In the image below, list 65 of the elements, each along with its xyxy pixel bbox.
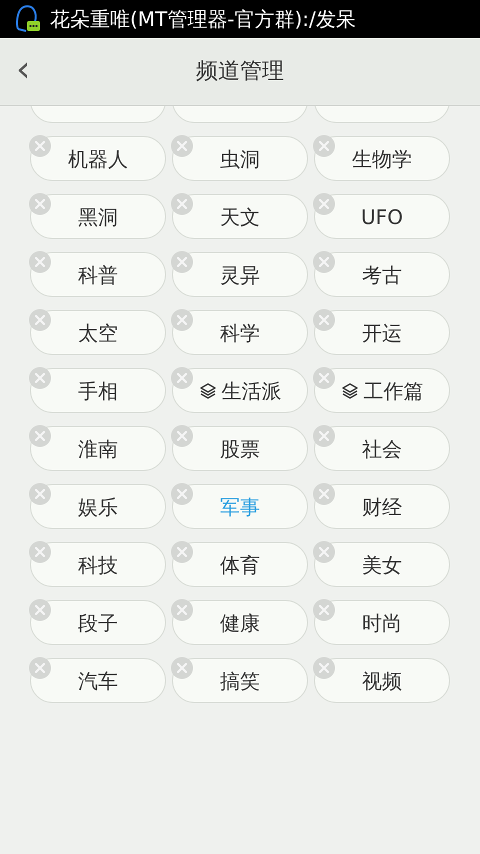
delete-icon[interactable] (29, 193, 51, 215)
delete-icon[interactable] (313, 251, 335, 273)
notification-text: 花朵重唯(MT管理器-官方群):/发呆 (50, 6, 356, 33)
channel-chip[interactable]: 美女 (314, 542, 450, 587)
channel-chip[interactable]: 科技 (30, 542, 166, 587)
delete-icon[interactable] (313, 193, 335, 215)
delete-icon[interactable] (29, 135, 51, 157)
channel-chip[interactable]: 社会 (314, 426, 450, 471)
delete-icon[interactable] (313, 135, 335, 157)
channel-chip[interactable]: 太空 (30, 310, 166, 355)
delete-icon[interactable] (171, 599, 193, 621)
channel-chip[interactable]: 生活派 (172, 368, 308, 413)
layers-icon (198, 382, 216, 400)
channel-chip[interactable]: 淮南 (30, 426, 166, 471)
channel-chip[interactable]: 考古 (314, 252, 450, 297)
channel-chip[interactable]: 开运 (314, 310, 450, 355)
delete-icon[interactable] (313, 657, 335, 679)
channel-chip[interactable]: 科学 (172, 310, 308, 355)
delete-icon[interactable] (171, 425, 193, 447)
channel-chip[interactable]: 手相 (30, 368, 166, 413)
delete-icon[interactable] (313, 367, 335, 389)
delete-icon[interactable] (29, 309, 51, 331)
delete-icon[interactable] (313, 599, 335, 621)
delete-icon[interactable] (171, 251, 193, 273)
channel-chip[interactable]: 健康 (172, 600, 308, 645)
delete-icon[interactable] (313, 483, 335, 505)
delete-icon[interactable] (313, 541, 335, 563)
delete-icon[interactable] (171, 367, 193, 389)
channel-chip[interactable]: 工作篇 (314, 368, 450, 413)
channel-chip[interactable]: 时尚 (314, 600, 450, 645)
delete-icon[interactable] (313, 309, 335, 331)
channel-chip[interactable]: 科普 (30, 252, 166, 297)
delete-icon[interactable] (29, 541, 51, 563)
channel-chip[interactable]: 搞笑 (172, 658, 308, 703)
delete-icon[interactable] (29, 251, 51, 273)
channel-chip[interactable]: 虫洞 (172, 136, 308, 181)
channel-chip[interactable]: UFO (314, 194, 450, 239)
delete-icon[interactable] (171, 309, 193, 331)
delete-icon[interactable] (29, 367, 51, 389)
channel-chip[interactable]: 汽车 (30, 658, 166, 703)
channel-chip[interactable]: 体育 (172, 542, 308, 587)
channel-chip[interactable]: 股票 (172, 426, 308, 471)
delete-icon[interactable] (171, 135, 193, 157)
page-title: 频道管理 (196, 58, 284, 86)
channel-chip[interactable]: 财经 (314, 484, 450, 529)
delete-icon[interactable] (171, 657, 193, 679)
delete-icon[interactable] (29, 425, 51, 447)
channel-chip[interactable]: 视频 (314, 658, 450, 703)
channel-chip[interactable]: 生物学 (314, 136, 450, 181)
delete-icon[interactable] (313, 425, 335, 447)
delete-icon[interactable] (29, 657, 51, 679)
channel-chip[interactable]: 黑洞 (30, 194, 166, 239)
channel-chip[interactable]: 段子 (30, 600, 166, 645)
delete-icon[interactable] (29, 483, 51, 505)
channel-chip[interactable]: 机器人 (30, 136, 166, 181)
delete-icon[interactable] (171, 483, 193, 505)
channel-chip[interactable]: 天文 (172, 194, 308, 239)
delete-icon[interactable] (171, 541, 193, 563)
channel-chip[interactable]: 灵异 (172, 252, 308, 297)
delete-icon[interactable] (29, 599, 51, 621)
delete-icon[interactable] (171, 193, 193, 215)
channel-chip[interactable]: 娱乐 (30, 484, 166, 529)
layers-icon (340, 382, 358, 400)
notification-icon (14, 4, 42, 34)
back-button[interactable]: ‹ (12, 52, 34, 88)
